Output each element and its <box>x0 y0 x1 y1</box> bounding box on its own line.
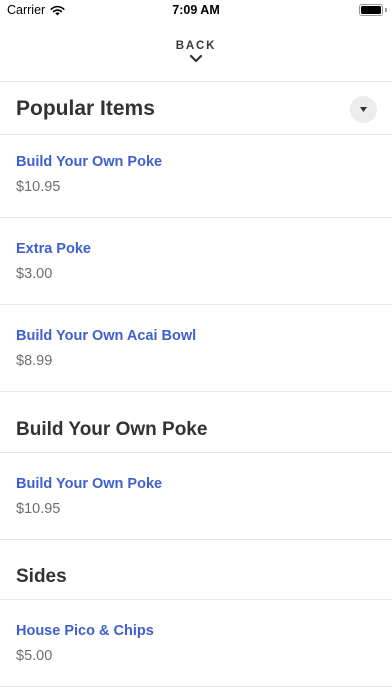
divider <box>0 81 392 82</box>
menu-item-price: $10.95 <box>16 501 61 517</box>
status-time: 7:09 AM <box>172 3 220 17</box>
menu-item-price: $3.00 <box>16 266 53 282</box>
section-title-sides: Sides <box>16 566 67 587</box>
menu-item-name[interactable]: Build Your Own Acai Bowl <box>16 328 196 344</box>
menu-item-name[interactable]: Extra Poke <box>16 241 91 257</box>
back-button[interactable]: BACK <box>0 36 392 76</box>
menu-item[interactable]: Build Your Own Poke $10.95 <box>0 453 392 539</box>
menu-item[interactable]: Build Your Own Acai Bowl $8.99 <box>0 305 392 391</box>
menu-item-name[interactable]: House Pico & Chips <box>16 623 154 639</box>
menu-item[interactable]: Extra Poke $3.00 <box>0 218 392 304</box>
section-title-build-your-own-poke: Build Your Own Poke <box>16 419 208 440</box>
menu-item-price: $5.00 <box>16 648 53 664</box>
divider <box>0 391 392 392</box>
caret-down-icon <box>360 107 367 112</box>
menu-item-price: $10.95 <box>16 179 61 195</box>
status-bar: Carrier 7:09 AM <box>0 0 392 22</box>
section-title-popular-items: Popular Items <box>16 97 155 120</box>
battery-tip <box>385 8 387 12</box>
chevron-down-icon <box>189 54 203 63</box>
menu-item-price: $8.99 <box>16 353 53 369</box>
section-dropdown-button[interactable] <box>350 96 377 123</box>
back-label: BACK <box>175 40 217 52</box>
menu-item-name[interactable]: Build Your Own Poke <box>16 476 162 492</box>
menu-item[interactable]: House Pico & Chips $5.00 <box>0 600 392 686</box>
battery-icon <box>359 4 383 16</box>
divider <box>0 539 392 540</box>
menu-item-name[interactable]: Build Your Own Poke <box>16 154 162 170</box>
menu-item[interactable]: Build Your Own Poke $10.95 <box>0 135 392 217</box>
divider <box>0 686 392 687</box>
